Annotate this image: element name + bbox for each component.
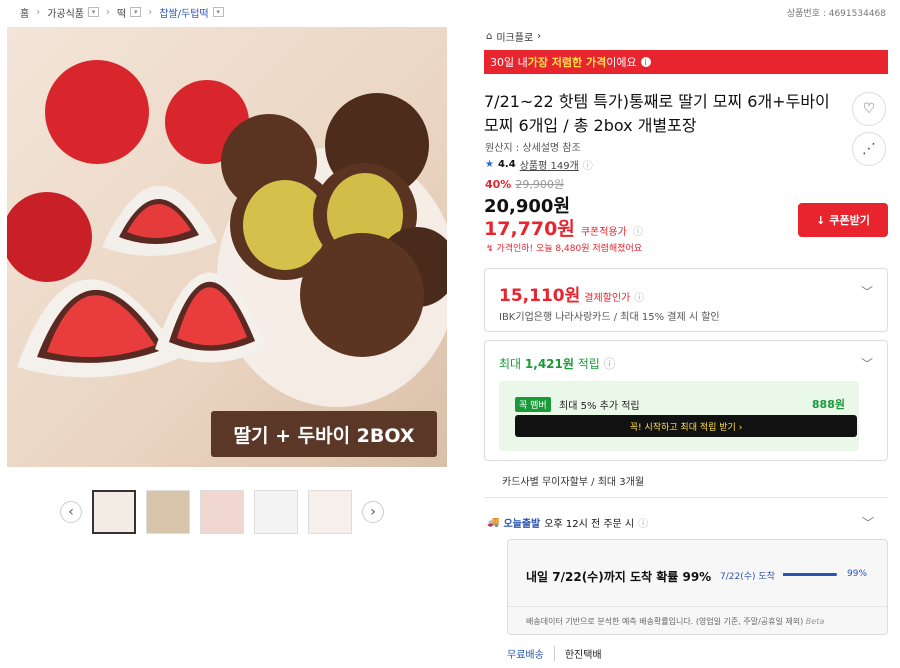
- breadcrumb-processed-food[interactable]: 가공식품: [47, 5, 84, 20]
- brand-name: 미크플로: [496, 33, 534, 44]
- coupon-price-label: 쿠폰적용가: [580, 227, 627, 238]
- breadcrumb-rice-cake[interactable]: 떡: [117, 5, 126, 20]
- prediction-note: 배송데이터 기반으로 분석한 예측 배송확률입니다. (영업일 기준, 주말/공…: [526, 616, 824, 627]
- thumbnail-5[interactable]: [308, 490, 352, 534]
- membership-amount: 888원: [811, 398, 845, 411]
- membership-start-button[interactable]: 꼭! 시작하고 최대 적립 받기 ›: [515, 415, 857, 437]
- brand-link[interactable]: ⌂ 미크플로 ›: [486, 29, 541, 44]
- thumbnail-strip: ‹ ›: [60, 490, 384, 534]
- breadcrumb-glutinous-rice-cake[interactable]: 찹쌀/두텁떡: [159, 5, 208, 20]
- shipping-tag: 오늘출발: [503, 519, 541, 530]
- deal-text-pre: 30일 내: [490, 56, 528, 69]
- installment-info: 카드사별 무이자할부 / 최대 3개월: [502, 477, 645, 488]
- payment-price: 15,110원: [499, 286, 581, 306]
- arrival-date: 7/22(수) 도착: [720, 572, 775, 582]
- original-price: 29,900원: [515, 178, 564, 191]
- discount-row: 40% 29,900원: [485, 176, 564, 192]
- arrow-down-icon: ↯: [486, 244, 494, 254]
- chevron-down-icon[interactable]: ▾: [212, 7, 224, 17]
- info-icon[interactable]: ⓘ: [634, 289, 644, 304]
- deal-text-highlight: 가장 저렴한 가격: [527, 56, 607, 69]
- shipping-text: 오후 12시 전 주문 시: [544, 519, 635, 530]
- deal-text-post: 이에요: [606, 56, 637, 69]
- download-icon: ↓: [816, 213, 826, 227]
- arrival-headline: 내일 7/22(수)까지 도착 확률 99%: [526, 570, 712, 584]
- discount-percent: 40%: [485, 178, 512, 191]
- carrier: 한진택배: [553, 646, 602, 661]
- share-icon[interactable]: ⋰: [852, 132, 886, 166]
- rating-row: ★ 4.4 상품평 149개 ⓘ: [485, 157, 593, 172]
- origin-info: 원산지 : 상세설명 참조: [485, 143, 581, 154]
- points-panel: 최대 1,421원 적립 ⓘ ﹀ 꼭 멤버 최대 5% 추가 적립 888원 꼭…: [484, 340, 888, 461]
- home-icon: ⌂: [486, 31, 493, 42]
- price-drop-text: 가격인하! 오늘 8,480원 저렴해졌어요: [496, 244, 643, 254]
- thumbnail-1[interactable]: [92, 490, 136, 534]
- heart-icon[interactable]: ♡: [852, 92, 886, 126]
- arrival-probability-bar: [783, 573, 837, 576]
- info-icon[interactable]: ⓘ: [583, 157, 593, 172]
- arrival-probability: 99%: [847, 569, 868, 579]
- mochi-photo: [7, 60, 447, 407]
- chevron-down-icon[interactable]: ▾: [130, 7, 142, 17]
- beta-label: Beta: [805, 617, 825, 626]
- hero-banner-text: 딸기 + 두바이 2BOX: [211, 411, 437, 457]
- payment-price-row: 15,110원 결제할인가 ⓘ: [499, 281, 644, 306]
- rating-score: 4.4: [497, 159, 516, 170]
- divider: [484, 497, 888, 498]
- payment-discount-panel[interactable]: 15,110원 결제할인가 ⓘ IBK기업은행 나라사랑카드 / 최대 15% …: [484, 268, 888, 332]
- product-main-image[interactable]: 딸기 + 두바이 2BOX: [7, 27, 447, 467]
- points-headline: 최대 1,421원 적립 ⓘ: [499, 355, 616, 372]
- membership-badge: 꼭 멤버: [515, 397, 551, 412]
- price-drop-notice: ↯ 가격인하! 오늘 8,480원 저렴해졌어요: [486, 241, 642, 254]
- points-pre: 최대: [499, 357, 525, 371]
- points-amount: 1,421원: [524, 357, 574, 371]
- chevron-right-icon: ›: [537, 31, 542, 42]
- info-icon[interactable]: ⓘ: [638, 515, 648, 530]
- info-icon[interactable]: ⓘ: [604, 357, 616, 371]
- truck-icon: 🚚: [487, 517, 500, 528]
- review-count-link[interactable]: 상품평 149개: [520, 157, 579, 172]
- lowest-price-banner: 30일 내 가장 저렴한 가격 이에요 i: [484, 50, 888, 74]
- membership-box: 꼭 멤버 최대 5% 추가 적립 888원 꼭! 시작하고 최대 적립 받기 ›: [499, 381, 859, 451]
- info-icon[interactable]: ⓘ: [633, 223, 643, 238]
- thumbnail-2[interactable]: [146, 490, 190, 534]
- breadcrumb-home[interactable]: 홈: [20, 5, 29, 20]
- product-number: 상품번호 : 4691534468: [786, 9, 886, 19]
- arrival-prediction-panel: 내일 7/22(수)까지 도착 확률 99% 7/22(수) 도착 99% 배송…: [507, 539, 888, 635]
- chevron-right-icon[interactable]: ›: [362, 501, 384, 523]
- chevron-left-icon[interactable]: ‹: [60, 501, 82, 523]
- shipping-row: 🚚 오늘출발 오후 12시 전 주문 시 ⓘ: [487, 515, 648, 530]
- coupon-price-row: 17,770원 쿠폰적용가 ⓘ: [484, 214, 643, 241]
- chevron-down-icon[interactable]: ▾: [88, 7, 100, 17]
- payment-price-label: 결제할인가: [584, 293, 631, 304]
- info-icon[interactable]: i: [640, 57, 651, 67]
- points-post: 적립: [573, 357, 600, 371]
- get-coupon-button[interactable]: ↓ 쿠폰받기: [798, 203, 888, 237]
- delivery-row: 무료배송 한진택배: [507, 646, 602, 661]
- coupon-price: 17,770원: [484, 218, 575, 240]
- coupon-button-label: 쿠폰받기: [829, 214, 870, 227]
- thumbnail-3[interactable]: [200, 490, 244, 534]
- membership-text: 최대 5% 추가 적립: [559, 401, 640, 412]
- breadcrumb: 홈 › 가공식품 ▾ › 떡 ▾ › 찹쌀/두텁떡 ▾: [20, 4, 224, 20]
- star-icon: ★: [485, 159, 494, 170]
- payment-description: IBK기업은행 나라사랑카드 / 최대 15% 결제 시 할인: [499, 312, 720, 323]
- chevron-down-icon[interactable]: ﹀: [861, 355, 873, 372]
- chevron-down-icon[interactable]: ﹀: [862, 514, 886, 531]
- free-shipping: 무료배송: [507, 650, 544, 661]
- prediction-note-text: 배송데이터 기반으로 분석한 예측 배송확률입니다. (영업일 기준, 주말/공…: [526, 617, 804, 626]
- product-title: 7/21~22 핫템 특가)통째로 딸기 모찌 6개+두바이 모찌 6개입 / …: [484, 92, 830, 135]
- thumbnail-4[interactable]: [254, 490, 298, 534]
- chevron-down-icon[interactable]: ﹀: [861, 283, 873, 300]
